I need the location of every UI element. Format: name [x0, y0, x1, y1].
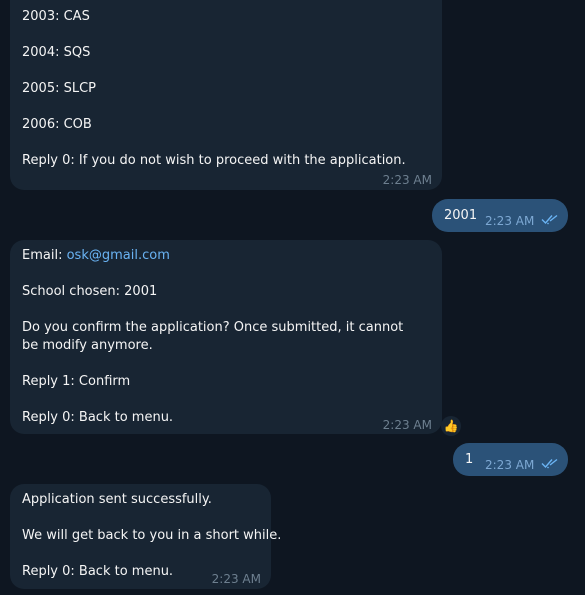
email-line: Email: osk@gmail.com: [22, 247, 170, 265]
message-text-line: School chosen: 2001: [22, 284, 158, 299]
chat-view[interactable]: 2003: CAS 2004: SQS 2005: SLCP 2006: COB…: [0, 0, 585, 595]
message-text: 2001: [444, 208, 478, 223]
message-time: 2:23 AM: [382, 418, 432, 432]
email-label: Email:: [22, 248, 67, 263]
double-check-icon: [541, 458, 558, 469]
outgoing-message[interactable]: 1 2:23 AM: [453, 443, 568, 476]
message-text-line: 2003: CAS: [22, 9, 90, 24]
message-text: 1: [465, 452, 474, 467]
message-text-line: 2006: COB: [22, 117, 92, 132]
message-text-line: Reply 0: Back to menu.: [22, 410, 174, 425]
double-check-icon: [541, 214, 558, 225]
outgoing-message[interactable]: 2001 2:23 AM: [432, 199, 568, 232]
message-time: 2:23 AM: [485, 458, 535, 472]
incoming-message[interactable]: Application sent successfully. We will g…: [10, 484, 281, 589]
message-text-line: Application sent successfully.: [22, 492, 212, 507]
message-text-line: Reply 1: Confirm: [22, 374, 131, 389]
message-time: 2:23 AM: [382, 173, 432, 187]
message-text-line: We will get back to you in a short while…: [22, 528, 282, 543]
incoming-message[interactable]: Email: osk@gmail.com School chosen: 2001…: [10, 240, 442, 434]
message-text-line: 2004: SQS: [22, 45, 91, 60]
incoming-message[interactable]: 2003: CAS 2004: SQS 2005: SLCP 2006: COB…: [10, 0, 442, 190]
message-time: 2:23 AM: [211, 572, 261, 586]
thumbs-up-reaction[interactable]: 👍: [441, 416, 461, 436]
email-link[interactable]: osk@gmail.com: [67, 248, 170, 263]
message-text-line: 2005: SLCP: [22, 81, 97, 96]
message-time: 2:23 AM: [485, 214, 535, 228]
message-text-line: Reply 0: If you do not wish to proceed w…: [22, 153, 406, 168]
message-text-line: Do you confirm the application? Once sub…: [22, 320, 404, 353]
message-text-line: Reply 0: Back to menu.: [22, 564, 174, 579]
